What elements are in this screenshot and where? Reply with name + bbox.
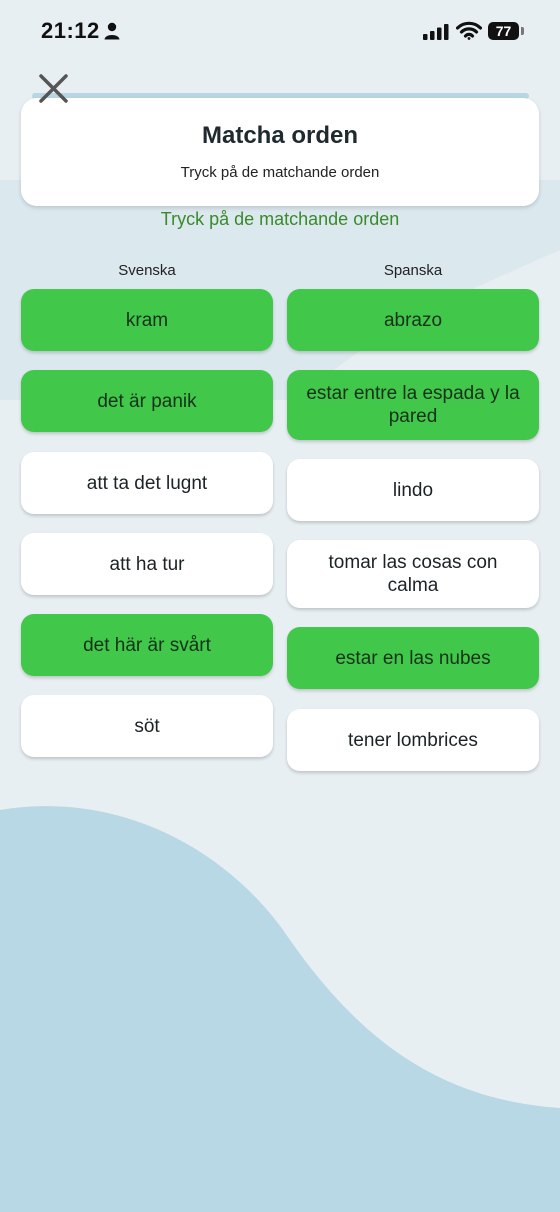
page-title: Matcha orden [201, 122, 359, 149]
left-word-button[interactable]: söt [21, 695, 273, 757]
word-label: estar en las nubes [335, 647, 491, 669]
column-title-left: Svenska [118, 262, 176, 279]
right-word-button[interactable]: lindo [287, 459, 539, 521]
battery-cap [521, 27, 524, 35]
right-word-button[interactable]: estar en las nubes [287, 627, 539, 689]
status-bar: 21:12 77 [0, 0, 560, 64]
word-label: det är panik [97, 390, 197, 412]
instruction-text: Tryck på de matchande orden [160, 209, 400, 229]
right-word-button[interactable]: tomar las cosas con calma [287, 540, 539, 608]
left-word-button[interactable]: kram [21, 289, 273, 351]
left-word-button[interactable]: att ta det lugnt [21, 452, 273, 514]
word-label: det här är svårt [83, 634, 211, 656]
word-label: lindo [392, 479, 434, 501]
status-time: 21:12 [41, 18, 100, 43]
word-label: tener lombrices [348, 729, 478, 751]
left-word-button[interactable]: det här är svårt [21, 614, 273, 676]
cellular-signal-icon [423, 24, 449, 40]
close-icon[interactable] [34, 70, 72, 108]
right-word-button[interactable]: estar entre la espada y la pared [287, 370, 539, 440]
right-word-button[interactable]: abrazo [287, 289, 539, 351]
column-title-right: Spanska [383, 262, 443, 279]
word-label: tomar las cosas con calma [328, 552, 498, 596]
word-label: estar entre la espada y la pared [306, 383, 520, 427]
battery-icon: 77 [488, 22, 519, 40]
word-label: att ha tur [109, 553, 185, 575]
page-subtitle: Tryck på de matchande orden [180, 164, 380, 181]
right-word-button[interactable]: tener lombrices [287, 709, 539, 771]
header-card: Matcha orden Tryck på de matchande orden [21, 98, 539, 206]
word-label: söt [134, 715, 160, 737]
word-label: abrazo [383, 309, 443, 331]
word-label: kram [125, 309, 169, 331]
left-word-button[interactable]: det är panik [21, 370, 273, 432]
word-label: att ta det lugnt [86, 472, 208, 494]
left-word-button[interactable]: att ha tur [21, 533, 273, 595]
person-icon [104, 22, 120, 40]
wifi-icon [456, 21, 482, 40]
